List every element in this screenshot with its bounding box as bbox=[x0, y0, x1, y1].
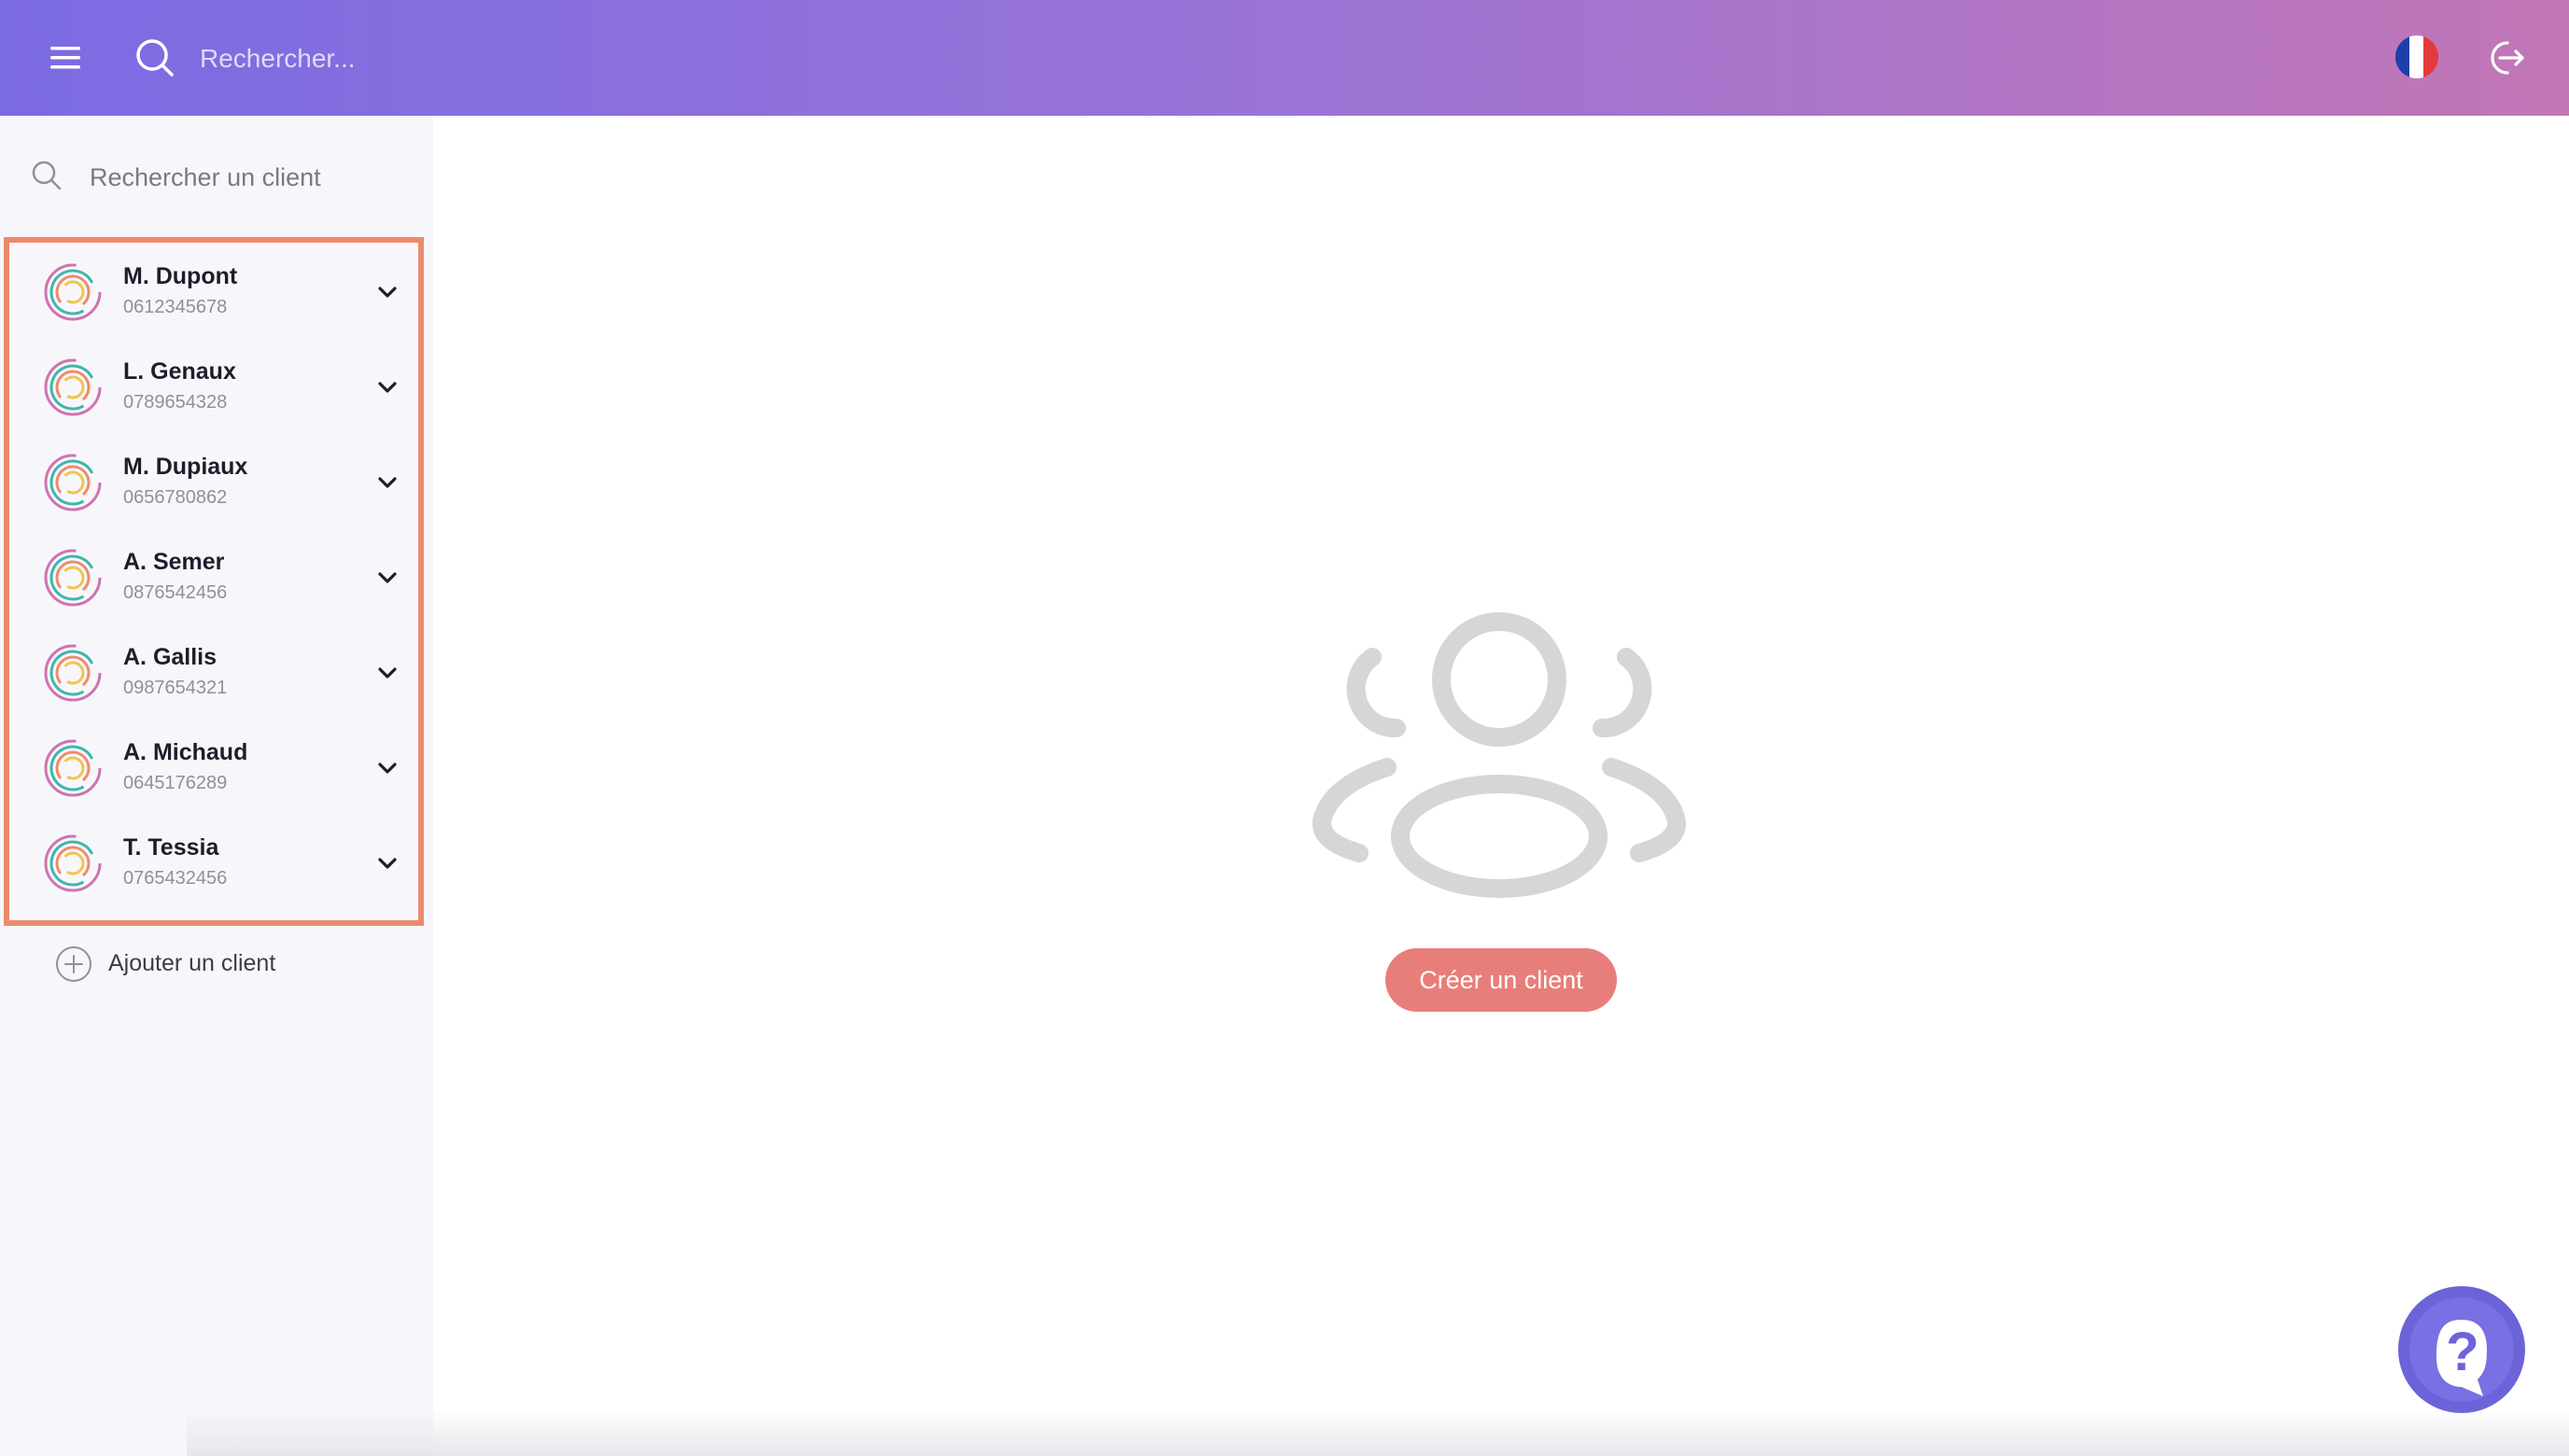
chevron-down-icon[interactable] bbox=[373, 659, 401, 687]
avatar bbox=[43, 643, 103, 703]
plus-circle-icon bbox=[54, 945, 93, 984]
list-item[interactable]: A. Michaud 0645176289 bbox=[9, 721, 418, 816]
client-phone: 0656780862 bbox=[123, 487, 228, 508]
list-item[interactable]: M. Dupiaux 0656780862 bbox=[9, 435, 418, 530]
avatar bbox=[43, 357, 103, 417]
avatar bbox=[43, 548, 103, 608]
list-item[interactable]: A. Semer 0876542456 bbox=[9, 530, 418, 625]
add-client-label: Ajouter un client bbox=[108, 950, 276, 976]
global-search-input[interactable] bbox=[198, 34, 1042, 84]
chevron-down-icon[interactable] bbox=[373, 469, 401, 497]
bottom-shadow bbox=[187, 1409, 2569, 1456]
client-phone: 0789654328 bbox=[123, 392, 228, 413]
avatar bbox=[43, 738, 103, 798]
users-group-icon bbox=[1311, 609, 1688, 898]
client-phone: 0645176289 bbox=[123, 773, 228, 793]
chevron-down-icon[interactable] bbox=[373, 754, 401, 782]
france-flag-icon[interactable] bbox=[2395, 35, 2438, 78]
svg-text:?: ? bbox=[2446, 1322, 2478, 1382]
client-name: T. Tessia bbox=[123, 834, 219, 861]
client-name: A. Semer bbox=[123, 549, 225, 575]
client-name: M. Dupont bbox=[123, 263, 238, 289]
chevron-down-icon[interactable] bbox=[373, 849, 401, 877]
help-question-icon[interactable]: ? bbox=[2392, 1282, 2532, 1422]
avatar bbox=[43, 453, 103, 512]
top-bar bbox=[0, 0, 2569, 116]
list-item[interactable]: L. Genaux 0789654328 bbox=[9, 340, 418, 435]
menu-icon[interactable] bbox=[45, 39, 86, 77]
client-phone: 0612345678 bbox=[123, 297, 228, 317]
chevron-down-icon[interactable] bbox=[373, 564, 401, 592]
create-client-button[interactable]: Créer un client bbox=[1385, 948, 1617, 1012]
chevron-down-icon[interactable] bbox=[373, 278, 401, 306]
list-item[interactable]: A. Gallis 0987654321 bbox=[9, 625, 418, 721]
client-phone: 0987654321 bbox=[123, 678, 228, 698]
client-name: A. Gallis bbox=[123, 644, 218, 670]
search-icon bbox=[30, 159, 63, 192]
logout-icon[interactable] bbox=[2483, 35, 2528, 80]
client-search-input[interactable] bbox=[88, 153, 418, 202]
client-name: L. Genaux bbox=[123, 358, 236, 385]
client-name: A. Michaud bbox=[123, 739, 248, 765]
avatar bbox=[43, 833, 103, 893]
list-item[interactable]: T. Tessia 0765432456 bbox=[9, 816, 418, 911]
list-item[interactable]: M. Dupont 0612345678 bbox=[9, 245, 418, 340]
client-sidebar: M. Dupont 0612345678 L. Genaux 078965432… bbox=[0, 116, 433, 1456]
chevron-down-icon[interactable] bbox=[373, 373, 401, 401]
client-phone: 0876542456 bbox=[123, 582, 228, 603]
search-icon bbox=[133, 35, 177, 80]
client-name: M. Dupiaux bbox=[123, 454, 248, 480]
client-phone: 0765432456 bbox=[123, 868, 228, 889]
client-list: M. Dupont 0612345678 L. Genaux 078965432… bbox=[4, 237, 424, 926]
avatar bbox=[43, 262, 103, 322]
add-client-button[interactable]: Ajouter un client bbox=[52, 941, 388, 986]
